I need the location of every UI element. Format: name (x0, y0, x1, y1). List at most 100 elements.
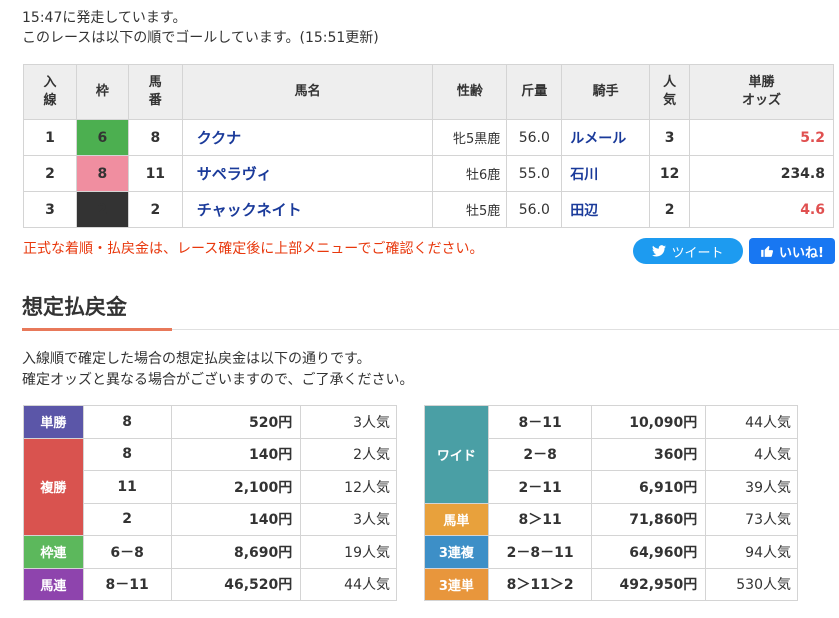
payout-amount: 8,690円 (170, 535, 302, 569)
payout-popularity: 19人気 (300, 535, 397, 569)
payout-combination: 8 (82, 437, 172, 471)
payout-table-left: 単勝 8 520円 3人気 複勝 8 140円 2人気 11 2,100円 12人気 2 140円 3人気… (23, 405, 397, 601)
bet-type-label: 複勝 (23, 437, 84, 536)
payout-popularity: 44人気 (705, 405, 798, 439)
jockey-link[interactable]: 石川 (561, 155, 651, 192)
payout-row: 馬単 8＞11 71,860円 73人気 (424, 502, 798, 536)
payout-row: 枠連 6－8 8,690円 19人気 (23, 535, 397, 569)
payout-popularity: 94人気 (705, 535, 798, 569)
horse-name-link[interactable]: チャックネイト (181, 191, 434, 228)
header-order: 入 線 (23, 64, 77, 120)
result-row: 2 8 11 サペラヴィ 牡6鹿 55.0 石川 12 234.8 (23, 155, 834, 192)
payout-amount: 2,100円 (170, 470, 302, 504)
header-weight: 斤量 (506, 64, 563, 120)
payout-row: 3連複 2－8－11 64,960円 94人気 (424, 535, 798, 569)
horse-number: 2 (127, 191, 183, 228)
sex-age: 牝5黒鹿 (432, 119, 508, 156)
tweet-button[interactable]: ツイート (633, 238, 743, 264)
jockey-link[interactable]: 田辺 (561, 191, 651, 228)
win-odds: 4.6 (689, 191, 834, 228)
payout-description: 入線順で確定した場合の想定払戻金は以下の通りです。 確定オッズと異なる場合がござ… (22, 351, 414, 388)
win-odds: 234.8 (689, 155, 834, 192)
payout-amount: 10,090円 (591, 405, 707, 439)
payout-popularity: 4人気 (705, 437, 798, 471)
carried-weight: 55.0 (506, 155, 563, 192)
bet-type-label: 枠連 (23, 535, 84, 569)
frame-number: 6 (75, 119, 129, 156)
finish-order: 3 (23, 191, 77, 228)
payout-amount: 140円 (170, 437, 302, 471)
jockey-link[interactable]: ルメール (561, 119, 651, 156)
payout-row: ワイド 8－11 10,090円 44人気 (424, 405, 798, 504)
header-frame: 枠 (75, 64, 129, 120)
finish-order: 1 (23, 119, 77, 156)
start-time-text: 15:47に発走しています。 (22, 10, 187, 26)
facebook-like-button[interactable]: いいね! (749, 238, 835, 264)
popularity: 3 (649, 119, 691, 156)
payout-amount: 520円 (170, 405, 302, 439)
result-row: 1 6 8 ククナ 牝5黒鹿 56.0 ルメール 3 5.2 (23, 119, 834, 156)
tweet-label: ツイート (671, 245, 724, 261)
sex-age: 牡6鹿 (432, 155, 508, 192)
payout-amount: 492,950円 (591, 567, 707, 601)
payout-combination: 8－11 (82, 567, 172, 601)
payout-amount: 6,910円 (591, 470, 707, 504)
payout-popularity: 3人気 (300, 502, 397, 536)
bet-type-label: 馬連 (23, 567, 84, 601)
finish-order: 2 (23, 155, 77, 192)
payout-amount: 71,860円 (591, 502, 707, 536)
payout-section-title: 想定払戻金 (22, 295, 127, 319)
payout-popularity: 44人気 (300, 567, 397, 601)
header-sex-age: 性齢 (432, 64, 508, 120)
horse-name-link[interactable]: ククナ (181, 119, 434, 156)
frame-number: 8 (75, 155, 129, 192)
carried-weight: 56.0 (506, 191, 563, 228)
payout-combination: 8＞11＞2 (487, 567, 593, 601)
payout-row: 3連単 8＞11＞2 492,950円 530人気 (424, 567, 798, 601)
bet-type-label: 3連単 (424, 567, 489, 601)
confirmation-notice: 正式な着順・払戻金は、レース確定後に上部メニューでご確認ください。 (23, 241, 484, 257)
bet-type-label: 馬単 (424, 502, 489, 536)
horse-name-link[interactable]: サペラヴィ (181, 155, 434, 192)
payout-combination: 2－8－11 (487, 535, 593, 569)
payout-combination: 8 (82, 405, 172, 439)
payout-combination: 6－8 (82, 535, 172, 569)
win-odds: 5.2 (689, 119, 834, 156)
header-popularity: 人 気 (649, 64, 691, 120)
payout-popularity: 73人気 (705, 502, 798, 536)
header-number: 馬 番 (127, 64, 183, 120)
header-horse-name: 馬名 (181, 64, 434, 120)
horse-number: 8 (127, 119, 183, 156)
payout-amount: 46,520円 (170, 567, 302, 601)
payout-amount: 360円 (591, 437, 707, 471)
finish-update-text: このレースは以下の順でゴールしています。(15:51更新) (22, 30, 379, 46)
like-label: いいね! (779, 245, 824, 261)
race-results-table: 入 線 枠 馬 番 馬名 性齢 斤量 騎手 人 気 単勝 オッズ 1 6 8 ククナ牝… (23, 64, 834, 228)
payout-combination: 2－11 (487, 470, 593, 504)
popularity: 12 (649, 155, 691, 192)
carried-weight: 56.0 (506, 119, 563, 156)
title-accent-bar (22, 328, 172, 331)
payout-row: 単勝 8 520円 3人気 (23, 405, 397, 439)
payout-row: 馬連 8－11 46,520円 44人気 (23, 567, 397, 601)
payout-popularity: 3人気 (300, 405, 397, 439)
thumbs-up-icon (761, 246, 774, 257)
payout-combination: 2 (82, 502, 172, 536)
bet-type-label: 3連複 (424, 535, 489, 569)
race-status: 15:47に発走しています。 このレースは以下の順でゴールしています。(15:5… (22, 8, 379, 48)
horse-number: 11 (127, 155, 183, 192)
payout-row: 複勝 8 140円 2人気 (23, 437, 397, 536)
header-jockey: 騎手 (561, 64, 651, 120)
result-row: 3 2 2 チャックネイト 牡5鹿 56.0 田辺 2 4.6 (23, 191, 834, 228)
sex-age: 牡5鹿 (432, 191, 508, 228)
payout-combination: 8－11 (487, 405, 593, 439)
payout-popularity: 530人気 (705, 567, 798, 601)
payout-popularity: 39人気 (705, 470, 798, 504)
payout-combination: 2－8 (487, 437, 593, 471)
frame-number: 2 (75, 191, 129, 228)
payout-amount: 140円 (170, 502, 302, 536)
bet-type-label: ワイド (424, 405, 489, 504)
payout-combination: 11 (82, 470, 172, 504)
payout-popularity: 12人気 (300, 470, 397, 504)
twitter-bird-icon (652, 245, 667, 257)
